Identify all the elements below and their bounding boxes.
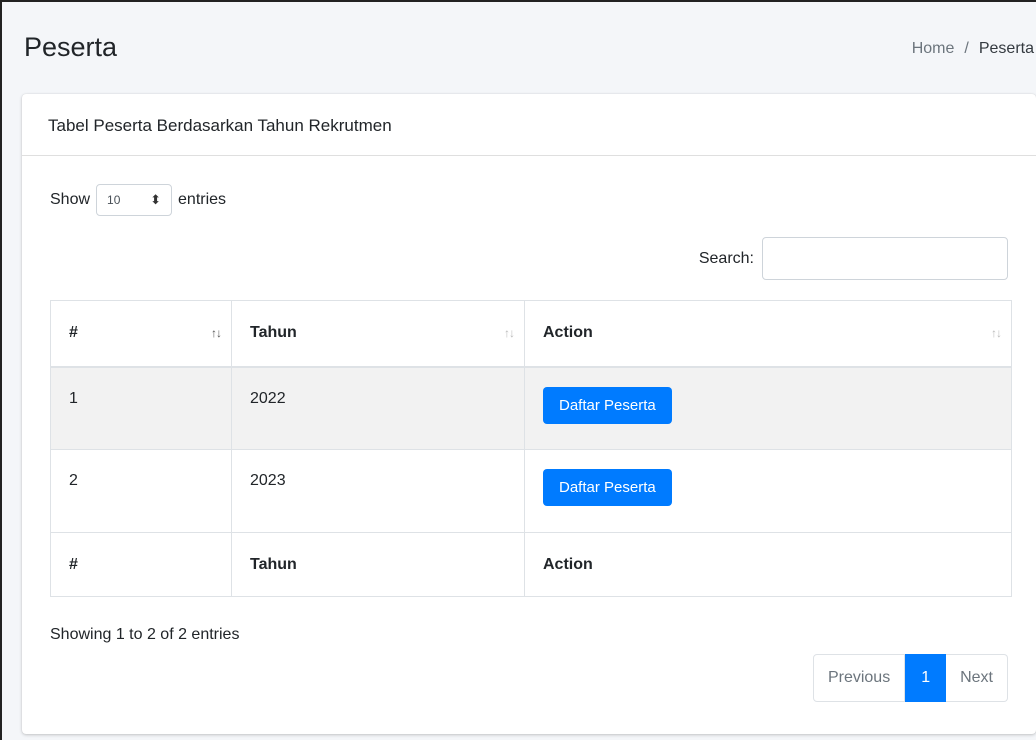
page-1-button[interactable]: 1 [905, 654, 947, 702]
sort-arrows-icon: ⬍ [150, 192, 162, 207]
cell-number: 2 [50, 449, 232, 533]
cell-action: Daftar Peserta [524, 449, 1012, 533]
next-page-button[interactable]: Next [946, 654, 1008, 702]
search-input[interactable] [762, 237, 1008, 280]
entries-select[interactable]: 10 ⬍ [96, 184, 173, 216]
breadcrumb-current: Peserta [978, 40, 1034, 57]
column-header-number[interactable]: # ↑↓ [50, 300, 232, 368]
entries-select-value: 10 [107, 193, 121, 207]
show-label: Show [50, 191, 91, 208]
table-row: 2 2023 Daftar Peserta [50, 449, 1012, 533]
sort-icon: ↑↓ [211, 326, 222, 341]
footer-action: Action [524, 532, 1012, 597]
column-header-action[interactable]: Action ↑↓ [524, 300, 1012, 368]
footer-number: # [50, 532, 232, 597]
daftar-peserta-button[interactable]: Daftar Peserta [543, 386, 672, 424]
daftar-peserta-button[interactable]: Daftar Peserta [543, 469, 672, 506]
cell-tahun: 2022 [231, 366, 525, 450]
table-row: 1 2022 Daftar Peserta [50, 366, 1012, 450]
cell-tahun: 2023 [231, 449, 525, 533]
sort-icon: ↑↓ [504, 326, 515, 341]
search-label: Search: [698, 249, 754, 267]
content-header: Peserta Home / Peserta [2, 2, 1036, 94]
page-title: Peserta [24, 32, 118, 62]
breadcrumb-home-link[interactable]: Home [912, 40, 955, 57]
card-title: Tabel Peserta Berdasarkan Tahun Rekrutme… [22, 94, 1036, 156]
table-info: Showing 1 to 2 of 2 entries [50, 626, 240, 643]
table-header-row: # ↑↓ Tahun ↑↓ Action ↑↓ [50, 300, 1012, 368]
table-footer-row: # Tahun Action [50, 532, 1012, 597]
entries-label: entries [178, 191, 227, 208]
cell-action: Daftar Peserta [524, 366, 1012, 450]
search-control: Search: [699, 237, 1008, 280]
column-header-tahun[interactable]: Tahun ↑↓ [231, 300, 525, 368]
sort-icon: ↑↓ [991, 326, 1002, 341]
footer-tahun: Tahun [231, 532, 525, 597]
peserta-card: Tabel Peserta Berdasarkan Tahun Rekrutme… [22, 94, 1036, 734]
previous-page-button[interactable]: Previous [812, 654, 906, 702]
page-frame: Peserta Home / Peserta Tabel Peserta Berda… [0, 0, 1036, 740]
table-container: # ↑↓ Tahun ↑↓ Action ↑↓ 1 2022 Daftar Peser… [50, 300, 1012, 597]
breadcrumb-separator: / [964, 40, 969, 57]
pagination: Previous 1 Next [812, 654, 1008, 702]
peserta-table: # ↑↓ Tahun ↑↓ Action ↑↓ 1 2022 Daftar Peser… [50, 300, 1012, 597]
entries-length-control: Show 10 ⬍ entries [50, 184, 226, 216]
cell-number: 1 [50, 366, 232, 450]
breadcrumb: Home / Peserta [912, 40, 1034, 58]
